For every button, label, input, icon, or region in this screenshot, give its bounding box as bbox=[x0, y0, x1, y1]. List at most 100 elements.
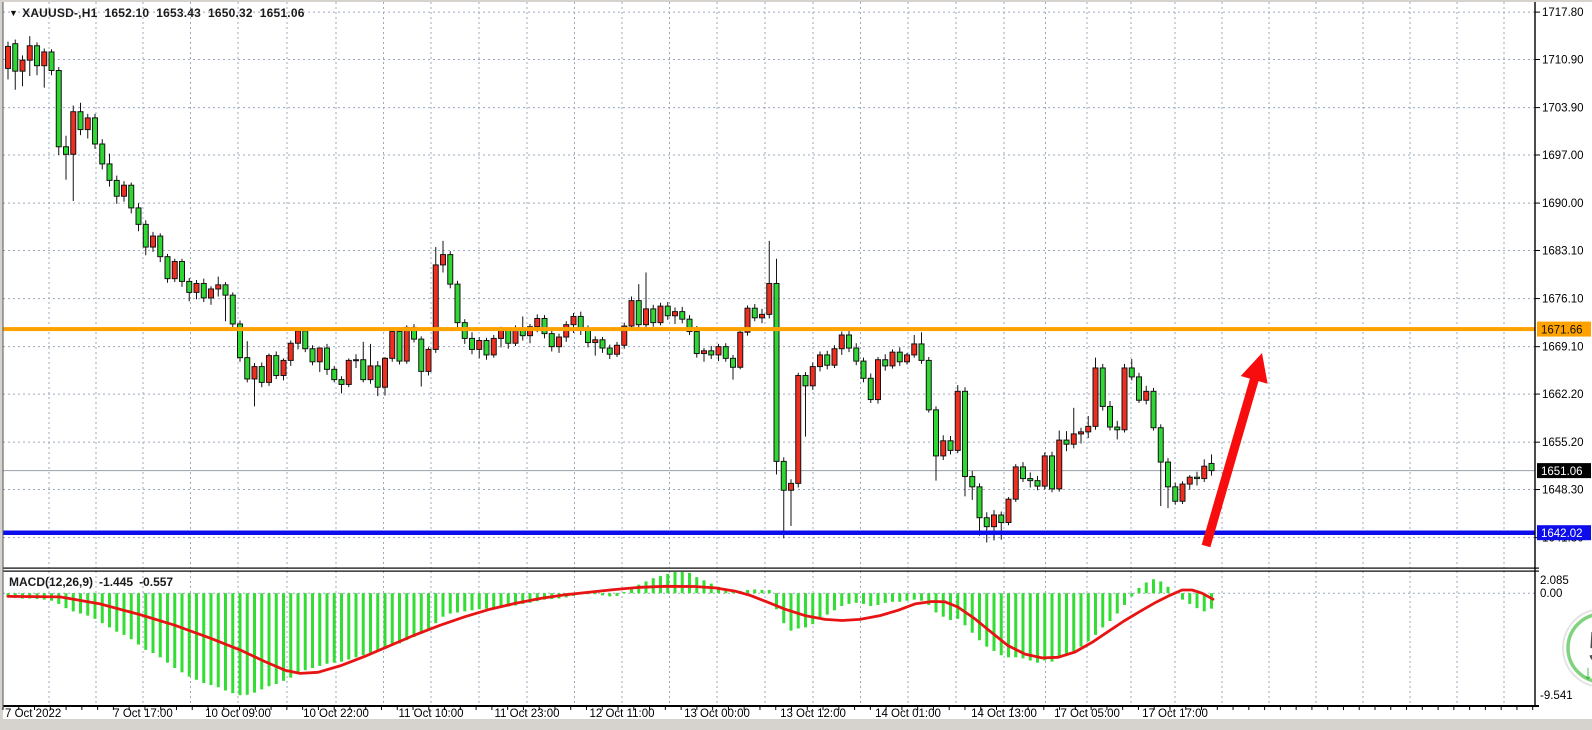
candle-body bbox=[1028, 479, 1033, 481]
macd-histogram-bar bbox=[478, 593, 481, 609]
macd-histogram-bar bbox=[1109, 593, 1112, 621]
macd-histogram-bar bbox=[942, 593, 945, 617]
candle-body bbox=[984, 518, 989, 527]
candle-body bbox=[1115, 427, 1120, 430]
macd-histogram-bar bbox=[333, 593, 336, 662]
candle-body bbox=[187, 281, 192, 292]
price-tick-label: 1703.90 bbox=[1542, 103, 1584, 115]
macd-histogram-bar bbox=[405, 593, 408, 640]
ohlc-high: 1653.43 bbox=[156, 6, 201, 20]
candle-body bbox=[970, 477, 975, 487]
time-tick-label: 14 Oct 13:00 bbox=[971, 708, 1037, 720]
candle-body bbox=[615, 345, 620, 354]
candle-body bbox=[549, 334, 554, 347]
macd-histogram-bar bbox=[260, 593, 263, 689]
candle-body bbox=[861, 361, 866, 378]
macd-histogram-bar bbox=[1196, 593, 1199, 608]
macd-histogram-bar bbox=[384, 593, 387, 648]
candle-body bbox=[1071, 434, 1076, 444]
candle-body bbox=[789, 483, 794, 490]
macd-histogram-bar bbox=[1123, 593, 1126, 605]
candle-body bbox=[1122, 368, 1127, 430]
candle-body bbox=[955, 391, 960, 450]
candle-body bbox=[1108, 406, 1113, 427]
candle-body bbox=[1064, 440, 1069, 444]
time-tick-label: 11 Oct 23:00 bbox=[495, 708, 560, 720]
macd-histogram-bar bbox=[1043, 593, 1046, 660]
candle-body bbox=[571, 316, 576, 324]
candle-body bbox=[252, 367, 257, 379]
candle-body bbox=[963, 391, 968, 476]
macd-histogram-bar bbox=[1138, 588, 1141, 593]
candle-body bbox=[905, 355, 910, 362]
time-tick-label: 17 Oct 17:00 bbox=[1142, 708, 1208, 720]
macd-histogram-bar bbox=[434, 593, 437, 623]
macd-histogram-bar bbox=[1000, 593, 1003, 655]
candle-body bbox=[810, 367, 815, 386]
macd-histogram-bar bbox=[855, 593, 858, 603]
macd-histogram-bar bbox=[362, 593, 365, 655]
macd-histogram-bar bbox=[275, 593, 278, 684]
candle-body bbox=[433, 265, 438, 350]
macd-histogram-bar bbox=[1210, 593, 1213, 608]
macd-histogram-bar bbox=[492, 593, 495, 608]
horizontal-level-lines[interactable] bbox=[3, 327, 1535, 535]
macd-histogram-bar bbox=[1051, 593, 1054, 661]
candle-body bbox=[303, 331, 308, 349]
scroll-notification-badge[interactable]: 5↓ bbox=[1563, 609, 1592, 687]
macd-histogram-bar bbox=[1167, 587, 1170, 593]
candle-body bbox=[738, 332, 743, 367]
price-tick-label: 1683.10 bbox=[1542, 245, 1584, 257]
macd-histogram-bar bbox=[608, 593, 611, 596]
macd-histogram-bar bbox=[1159, 581, 1162, 593]
candle-body bbox=[64, 147, 69, 155]
macd-histogram-bar bbox=[463, 593, 466, 611]
macd-histogram-bar bbox=[594, 593, 597, 594]
symbol-label: XAUUSD-,H1 bbox=[22, 6, 97, 20]
candle-body bbox=[27, 46, 32, 60]
candle-body bbox=[912, 344, 917, 355]
candle-body bbox=[781, 461, 786, 490]
macd-scale-label: 2.085 bbox=[1540, 575, 1569, 587]
candle-body bbox=[999, 515, 1004, 523]
candle-body bbox=[404, 327, 409, 361]
macd-histogram-bar bbox=[811, 593, 814, 624]
macd-histogram-bar bbox=[224, 593, 227, 690]
down-arrow-icon: ↓ bbox=[1583, 662, 1592, 684]
macd-histogram-bar bbox=[413, 593, 416, 637]
candle-body bbox=[56, 70, 61, 146]
macd-histogram-bar bbox=[666, 574, 669, 593]
candle-body bbox=[419, 339, 424, 371]
price-tick-label: 1655.20 bbox=[1542, 437, 1584, 449]
candle-body bbox=[723, 347, 728, 359]
candle-body bbox=[760, 314, 765, 317]
candle-body bbox=[491, 338, 496, 354]
candle-body bbox=[1166, 462, 1171, 487]
candle-body bbox=[245, 358, 250, 379]
candle-body bbox=[825, 355, 830, 365]
chart-canvas[interactable]: 1717.801710.901703.901697.001690.001683.… bbox=[0, 0, 1592, 730]
candle-body bbox=[926, 360, 931, 409]
candlestick-layer bbox=[6, 36, 1215, 542]
macd-histogram-bar bbox=[891, 593, 894, 602]
candle-body bbox=[847, 335, 852, 348]
candle-body bbox=[375, 366, 380, 387]
macd-histogram-bar bbox=[347, 593, 350, 659]
candle-body bbox=[1035, 481, 1040, 486]
macd-histogram-bar bbox=[819, 593, 822, 619]
symbol-dropdown-icon[interactable]: ▼ bbox=[9, 8, 18, 18]
candle-body bbox=[20, 60, 25, 71]
price-tick-label: 1697.00 bbox=[1542, 150, 1584, 162]
macd-histogram-bar bbox=[753, 589, 756, 593]
candle-body bbox=[136, 208, 141, 224]
resistance-line[interactable] bbox=[3, 327, 1535, 331]
candle-body bbox=[803, 376, 808, 386]
macd-histogram-bar bbox=[768, 590, 771, 593]
macd-histogram-bar bbox=[1094, 593, 1097, 635]
support-line[interactable] bbox=[3, 531, 1535, 536]
pane-separator bbox=[3, 571, 1539, 572]
macd-histogram-bar bbox=[1152, 579, 1155, 593]
candle-body bbox=[673, 312, 678, 316]
candle-body bbox=[114, 180, 119, 196]
candle-body bbox=[49, 52, 54, 71]
